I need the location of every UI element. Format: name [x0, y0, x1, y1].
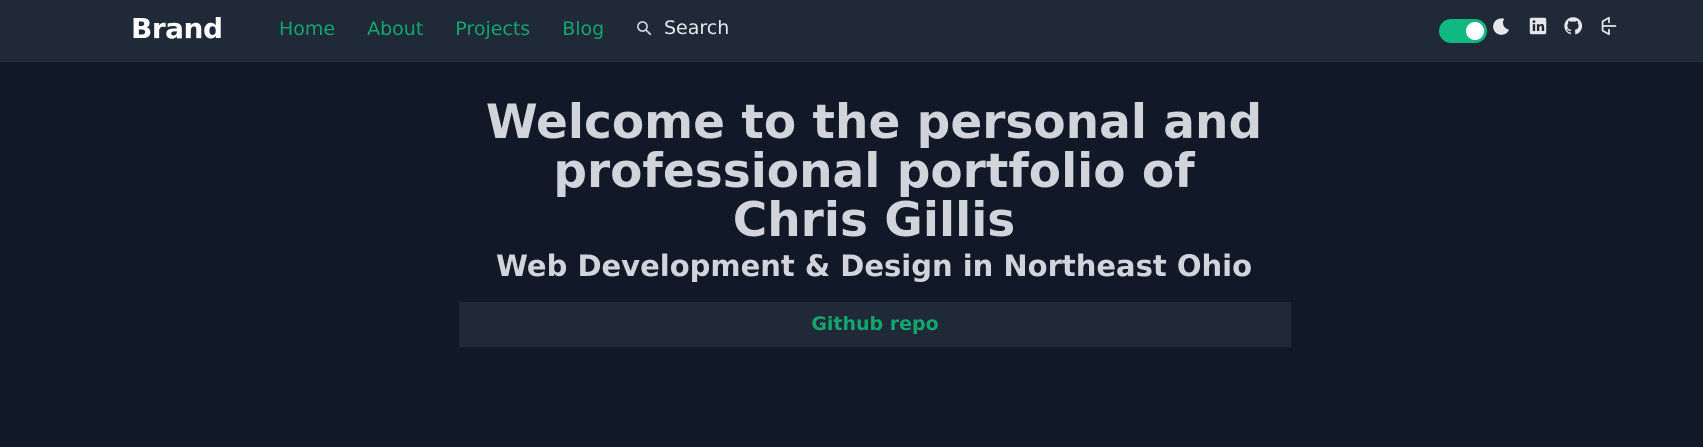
search-label: Search [664, 17, 730, 39]
search-icon [637, 21, 652, 36]
nav-link-about[interactable]: About [367, 18, 423, 40]
brand-logo[interactable]: Brand [131, 12, 223, 45]
codepen-icon[interactable] [1598, 15, 1620, 37]
nav-link-blog[interactable]: Blog [562, 18, 604, 40]
nav-link-home[interactable]: Home [279, 18, 335, 40]
github-repo-button[interactable]: Github repo [459, 302, 1291, 347]
search-button[interactable]: Search [636, 17, 729, 39]
hero-title: Welcome to the personal and professional… [485, 95, 1263, 248]
main-nav: Home About Projects Blog [279, 18, 604, 40]
theme-toggle[interactable] [1439, 19, 1487, 43]
top-navbar: Brand Home About Projects Blog Search [0, 0, 1703, 62]
moon-icon [1493, 18, 1510, 35]
nav-link-projects[interactable]: Projects [455, 18, 530, 40]
linkedin-icon[interactable] [1527, 15, 1549, 37]
github-icon[interactable] [1562, 15, 1584, 37]
toggle-knob [1466, 22, 1484, 40]
hero-subtitle: Web Development & Design in Northeast Oh… [495, 249, 1253, 283]
